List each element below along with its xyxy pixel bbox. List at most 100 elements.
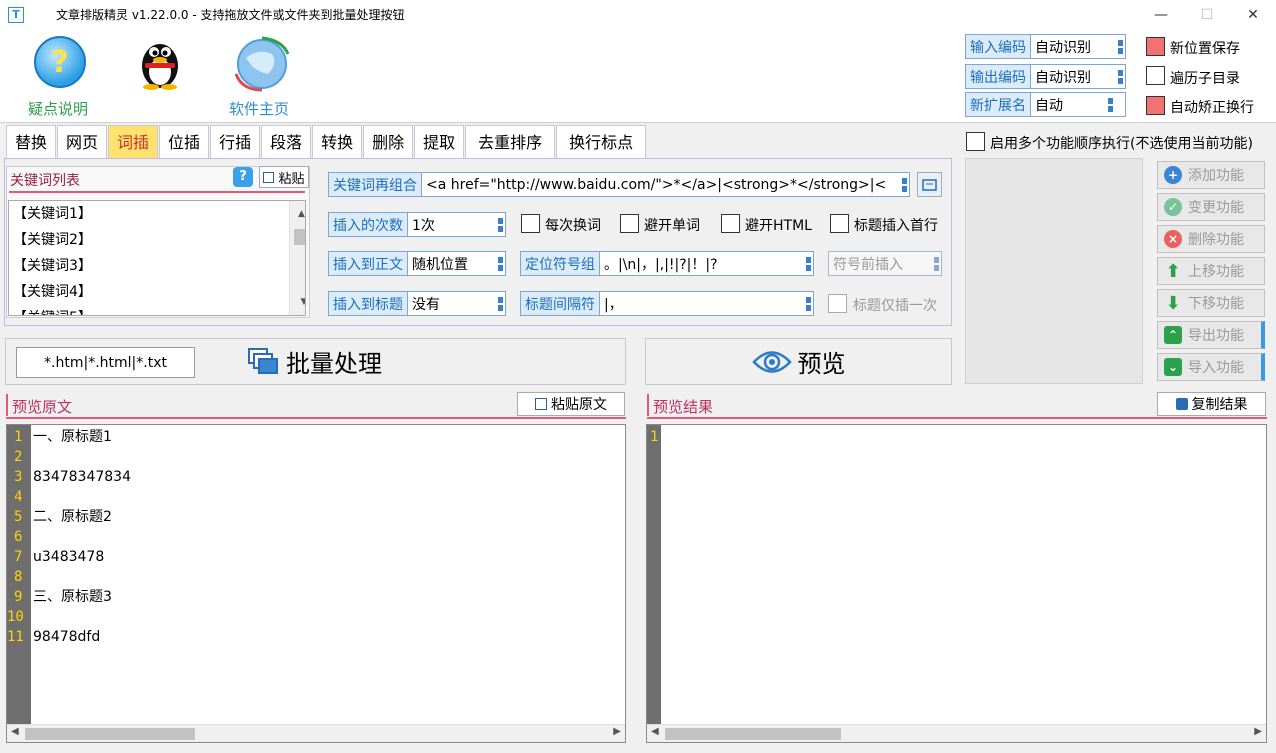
- result-text[interactable]: [661, 427, 663, 447]
- result-editor[interactable]: 1 ◀ ▶: [646, 424, 1267, 743]
- line-number: 5: [14, 509, 23, 525]
- recombine-value[interactable]: <a href="http://www.baidu.com/">*</a>|<s…: [422, 177, 900, 193]
- paste-source-button[interactable]: 粘贴原文: [517, 392, 625, 416]
- save-position-checkbox[interactable]: [1146, 37, 1165, 56]
- insert-count-select[interactable]: 插入的次数 1次: [328, 212, 506, 237]
- locate-symbols-value[interactable]: 。|\n|，|,|!|?|！|?: [600, 254, 804, 274]
- source-editor[interactable]: 1 2 3 4 5 6 7 8 9 10 11 一、原标题1 834783478…: [6, 424, 626, 743]
- home-label[interactable]: 软件主页: [229, 98, 289, 119]
- multi-exec-checkbox[interactable]: [966, 132, 985, 151]
- batch-process-button[interactable]: 批量处理: [248, 344, 382, 379]
- source-text[interactable]: 一、原标题1 83478347834 二、原标题2 u3483478 三、原标题…: [31, 427, 131, 647]
- list-item[interactable]: 【关键词4】: [9, 279, 305, 305]
- move-down-function-button[interactable]: ⬇ 下移功能: [1157, 289, 1265, 317]
- tab-linebreak-punct[interactable]: 换行标点: [556, 125, 647, 158]
- tab-delete[interactable]: 删除: [363, 125, 414, 158]
- tab-replace[interactable]: 替换: [6, 125, 57, 158]
- file-filter-input[interactable]: *.htm|*.html|*.txt: [16, 347, 195, 378]
- move-up-function-label: 上移功能: [1188, 264, 1244, 280]
- keyword-paste-button[interactable]: 粘贴: [259, 166, 309, 188]
- input-encoding-select[interactable]: 输入编码 自动识别: [965, 34, 1126, 59]
- close-button[interactable]: ✕: [1230, 0, 1276, 30]
- avoid-word-checkbox[interactable]: [620, 214, 639, 233]
- scroll-thumb[interactable]: [665, 728, 841, 740]
- add-function-button[interactable]: + 添加功能: [1157, 161, 1265, 189]
- tab-position-insert[interactable]: 位插: [159, 125, 210, 158]
- auto-fix-checkbox[interactable]: [1146, 96, 1165, 115]
- list-item[interactable]: 【关键词5】: [9, 305, 305, 315]
- title-sep-value[interactable]: |，: [600, 294, 804, 314]
- tab-web[interactable]: 网页: [57, 125, 108, 158]
- help-button[interactable]: ?: [34, 36, 86, 88]
- function-list[interactable]: [965, 158, 1143, 384]
- keyword-list-scrollbar[interactable]: ▲ ▼: [289, 201, 305, 315]
- list-item[interactable]: 【关键词2】: [9, 227, 305, 253]
- qq-penguin-icon: [142, 44, 178, 90]
- spin-icon: [496, 292, 505, 315]
- preview-button[interactable]: 预览: [645, 338, 952, 385]
- qq-penguin-button[interactable]: [137, 36, 183, 94]
- each-change-checkbox[interactable]: [521, 214, 540, 233]
- line-number: 10: [7, 609, 24, 625]
- tab-line-insert[interactable]: 行插: [210, 125, 261, 158]
- recurse-checkbox[interactable]: [1146, 66, 1165, 85]
- delete-function-button[interactable]: × 删除功能: [1157, 225, 1265, 253]
- new-ext-label: 新扩展名: [966, 93, 1031, 116]
- import-function-button[interactable]: ⌄ 导入功能: [1157, 353, 1265, 381]
- export-function-button[interactable]: ⌃ 导出功能: [1157, 321, 1265, 349]
- scroll-left-icon[interactable]: ◀: [651, 726, 659, 737]
- tab-paragraph[interactable]: 段落: [261, 125, 312, 158]
- title-once-checkbox[interactable]: [828, 294, 847, 313]
- source-horizontal-scrollbar[interactable]: ◀ ▶: [7, 724, 625, 742]
- input-encoding-value: 自动识别: [1035, 39, 1091, 56]
- list-item[interactable]: 【关键词3】: [9, 253, 305, 279]
- move-up-function-button[interactable]: ⬆ 上移功能: [1157, 257, 1265, 285]
- insert-body-select[interactable]: 插入到正文 随机位置: [328, 251, 506, 276]
- avoid-html-checkbox[interactable]: [721, 214, 740, 233]
- title-first-checkbox[interactable]: [830, 214, 849, 233]
- recombine-field[interactable]: 关键词再组合 <a href="http://www.baidu.com/">*…: [328, 172, 910, 197]
- avoid-word-label: 避开单词: [644, 218, 700, 234]
- title-sep-field[interactable]: 标题间隔符 |，: [520, 291, 814, 316]
- scroll-down-icon[interactable]: ▼: [294, 289, 305, 315]
- code-line: u3483478: [33, 549, 105, 565]
- scroll-thumb[interactable]: [25, 728, 195, 740]
- spin-icon: [804, 252, 813, 275]
- result-horizontal-scrollbar[interactable]: ◀ ▶: [647, 724, 1266, 742]
- output-encoding-select[interactable]: 输出编码 自动识别: [965, 64, 1126, 89]
- scroll-right-icon[interactable]: ▶: [1254, 726, 1262, 737]
- each-change-label: 每次换词: [545, 218, 601, 234]
- plus-icon: +: [1164, 166, 1182, 184]
- scroll-left-icon[interactable]: ◀: [11, 726, 19, 737]
- code-line: 83478347834: [33, 469, 131, 485]
- copy-result-button[interactable]: 复制结果: [1157, 392, 1266, 416]
- scroll-up-icon[interactable]: ▲: [294, 201, 305, 227]
- insert-title-select[interactable]: 插入到标题 没有: [328, 291, 506, 316]
- home-button[interactable]: [232, 36, 292, 96]
- insert-body-value: 随机位置: [412, 256, 468, 273]
- tab-dedupe-sort[interactable]: 去重排序: [465, 125, 556, 158]
- locate-symbols-field[interactable]: 定位符号组 。|\n|，|,|!|?|！|?: [520, 251, 814, 276]
- scroll-thumb[interactable]: [294, 229, 305, 245]
- tab-convert[interactable]: 转换: [312, 125, 363, 158]
- input-encoding-label: 输入编码: [966, 35, 1031, 58]
- code-line: 三、原标题3: [33, 589, 112, 605]
- change-function-button[interactable]: ✓ 变更功能: [1157, 193, 1265, 221]
- tab-extract[interactable]: 提取: [414, 125, 465, 158]
- scroll-right-icon[interactable]: ▶: [613, 726, 621, 737]
- minimize-button[interactable]: —: [1138, 0, 1184, 30]
- help-label[interactable]: 疑点说明: [28, 98, 88, 119]
- tab-word-insert[interactable]: 词插: [108, 125, 159, 158]
- globe-icon: [234, 36, 290, 92]
- new-ext-select[interactable]: 新扩展名 自动: [965, 92, 1126, 117]
- keyword-help-icon[interactable]: ?: [233, 167, 253, 187]
- import-function-label: 导入功能: [1188, 360, 1244, 376]
- keyword-list[interactable]: 【关键词1】 【关键词2】 【关键词3】 【关键词4】 【关键词5】 ▲ ▼: [8, 200, 306, 316]
- before-symbol-select[interactable]: 符号前插入: [828, 251, 942, 276]
- maximize-button[interactable]: ☐: [1184, 0, 1230, 30]
- list-item[interactable]: 【关键词1】: [9, 201, 305, 227]
- arrow-down-icon: ⬇: [1165, 292, 1181, 314]
- recombine-edit-button[interactable]: [917, 172, 942, 197]
